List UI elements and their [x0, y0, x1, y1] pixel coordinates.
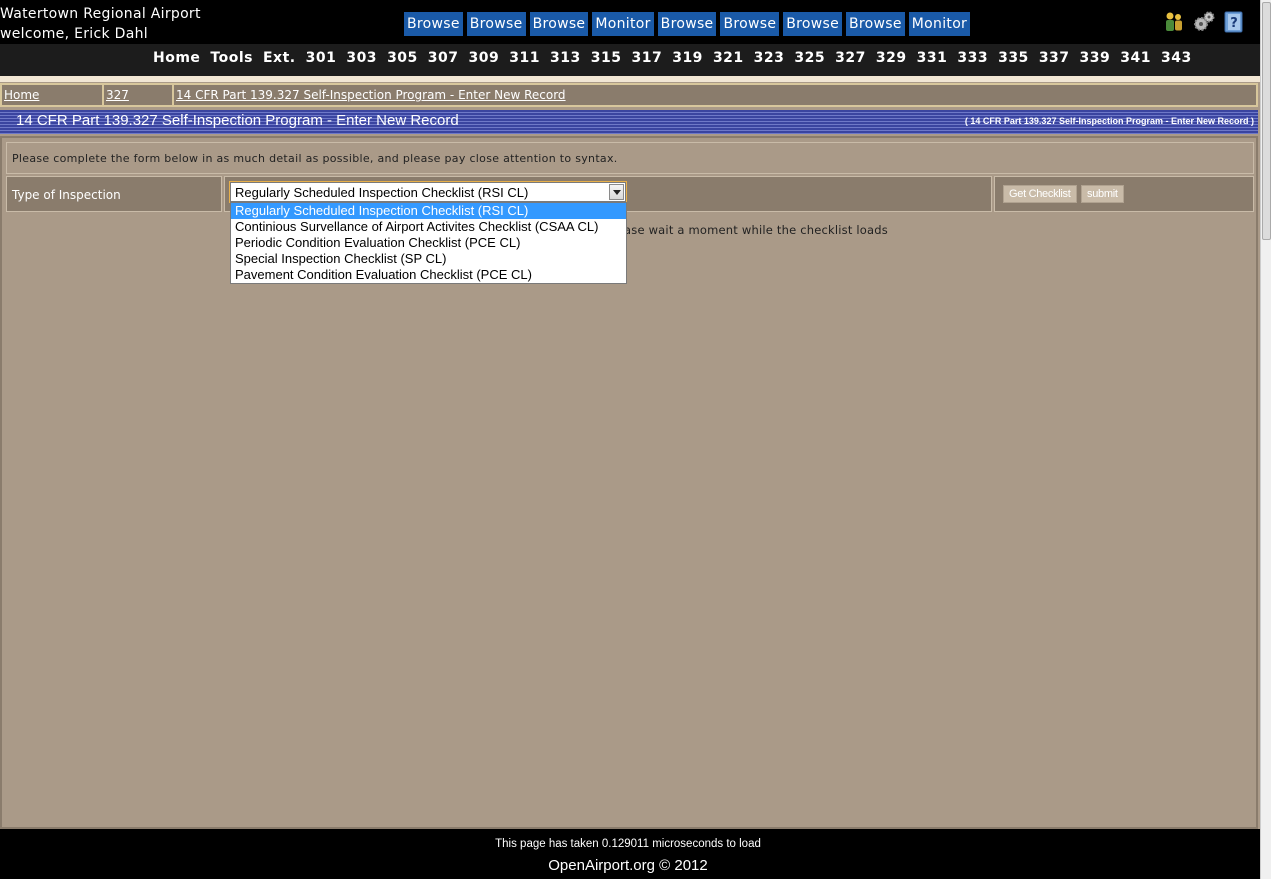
option-rsi[interactable]: Regularly Scheduled Inspection Checklist…: [231, 203, 626, 219]
inspection-type-dropdown: Regularly Scheduled Inspection Checklist…: [230, 202, 627, 284]
nav-317[interactable]: 317: [631, 50, 662, 66]
page-scrollbar[interactable]: [1260, 0, 1271, 879]
nav-305[interactable]: 305: [387, 50, 418, 66]
nav-333[interactable]: 333: [957, 50, 988, 66]
nav-323[interactable]: 323: [754, 50, 785, 66]
nav-ext[interactable]: Ext.: [263, 50, 296, 66]
option-sp[interactable]: Special Inspection Checklist (SP CL): [231, 251, 626, 267]
nav-341[interactable]: 341: [1120, 50, 1151, 66]
nav-303[interactable]: 303: [346, 50, 377, 66]
inspection-type-select[interactable]: Regularly Scheduled Inspection Checklist…: [229, 181, 627, 203]
type-of-inspection-label: Type of Inspection: [6, 176, 222, 212]
option-pce-periodic[interactable]: Periodic Condition Evaluation Checklist …: [231, 235, 626, 251]
svg-text:?: ?: [1230, 16, 1238, 31]
header-icons: ?: [1162, 10, 1246, 34]
breadcrumb: Home 327 14 CFR Part 139.327 Self-Inspec…: [0, 83, 1258, 107]
monitor-button-2[interactable]: Monitor: [906, 10, 973, 38]
welcome-text: welcome, Erick Dahl: [0, 26, 148, 42]
gears-icon[interactable]: [1192, 10, 1216, 34]
nav-343[interactable]: 343: [1161, 50, 1192, 66]
instructions-text: Please complete the form below in as muc…: [6, 142, 1254, 174]
copyright-text: OpenAirport.org © 2012: [548, 857, 708, 874]
browse-button-1[interactable]: Browse: [402, 10, 465, 38]
content-panel: Please complete the form below in as muc…: [0, 136, 1258, 829]
nav-301[interactable]: 301: [306, 50, 337, 66]
nav-329[interactable]: 329: [876, 50, 907, 66]
header-divider: [0, 76, 1260, 82]
users-icon[interactable]: [1162, 10, 1186, 34]
browse-button-3[interactable]: Browse: [527, 10, 591, 38]
site-title: Watertown Regional Airport: [0, 6, 201, 22]
top-button-bar: Browse Browse Browse Monitor Browse Brow…: [402, 10, 973, 38]
breadcrumb-current[interactable]: 14 CFR Part 139.327 Self-Inspection Prog…: [174, 85, 1256, 105]
nav-links: Home Tools Ext. 301 303 305 307 309 311 …: [153, 50, 1202, 66]
nav-tools[interactable]: Tools: [210, 50, 253, 66]
loading-message: ase wait a moment while the checklist lo…: [624, 223, 888, 237]
nav-home[interactable]: Home: [153, 50, 200, 66]
footer: This page has taken 0.129011 microsecond…: [0, 829, 1260, 879]
nav-321[interactable]: 321: [713, 50, 744, 66]
breadcrumb-home[interactable]: Home: [2, 85, 104, 105]
browse-button-4[interactable]: Browse: [655, 10, 719, 38]
browse-button-5[interactable]: Browse: [718, 10, 782, 38]
chevron-down-icon[interactable]: [609, 184, 624, 200]
page-title-band: 14 CFR Part 139.327 Self-Inspection Prog…: [0, 110, 1258, 134]
nav-325[interactable]: 325: [794, 50, 825, 66]
load-time-text: This page has taken 0.129011 microsecond…: [495, 838, 761, 850]
nav-339[interactable]: 339: [1080, 50, 1111, 66]
nav-331[interactable]: 331: [917, 50, 948, 66]
submit-button[interactable]: submit: [1081, 185, 1124, 203]
form-row: Type of Inspection Get Checklist submit: [6, 176, 1254, 212]
option-pce-pavement[interactable]: Pavement Condition Evaluation Checklist …: [231, 267, 626, 283]
nav-313[interactable]: 313: [550, 50, 581, 66]
nav-311[interactable]: 311: [509, 50, 540, 66]
page-title: 14 CFR Part 139.327 Self-Inspection Prog…: [16, 112, 459, 129]
select-current-value: Regularly Scheduled Inspection Checklist…: [235, 185, 529, 200]
nav-315[interactable]: 315: [591, 50, 622, 66]
browse-button-6[interactable]: Browse: [781, 10, 845, 38]
nav-319[interactable]: 319: [672, 50, 703, 66]
button-cell: Get Checklist submit: [994, 176, 1254, 212]
nav-327[interactable]: 327: [835, 50, 866, 66]
header: Watertown Regional Airport welcome, Eric…: [0, 0, 1260, 76]
option-csaa[interactable]: Continious Survellance of Airport Activi…: [231, 219, 626, 235]
monitor-button-1[interactable]: Monitor: [590, 10, 656, 38]
nav-335[interactable]: 335: [998, 50, 1029, 66]
browse-button-2[interactable]: Browse: [464, 10, 528, 38]
breadcrumb-327[interactable]: 327: [104, 85, 174, 105]
get-checklist-button[interactable]: Get Checklist: [1003, 185, 1077, 203]
nav-307[interactable]: 307: [428, 50, 459, 66]
nav-337[interactable]: 337: [1039, 50, 1070, 66]
scroll-thumb[interactable]: [1262, 2, 1271, 240]
page-title-secondary: ( 14 CFR Part 139.327 Self-Inspection Pr…: [964, 116, 1254, 126]
help-icon[interactable]: ?: [1222, 10, 1246, 34]
browse-button-7[interactable]: Browse: [844, 10, 907, 38]
nav-309[interactable]: 309: [469, 50, 500, 66]
